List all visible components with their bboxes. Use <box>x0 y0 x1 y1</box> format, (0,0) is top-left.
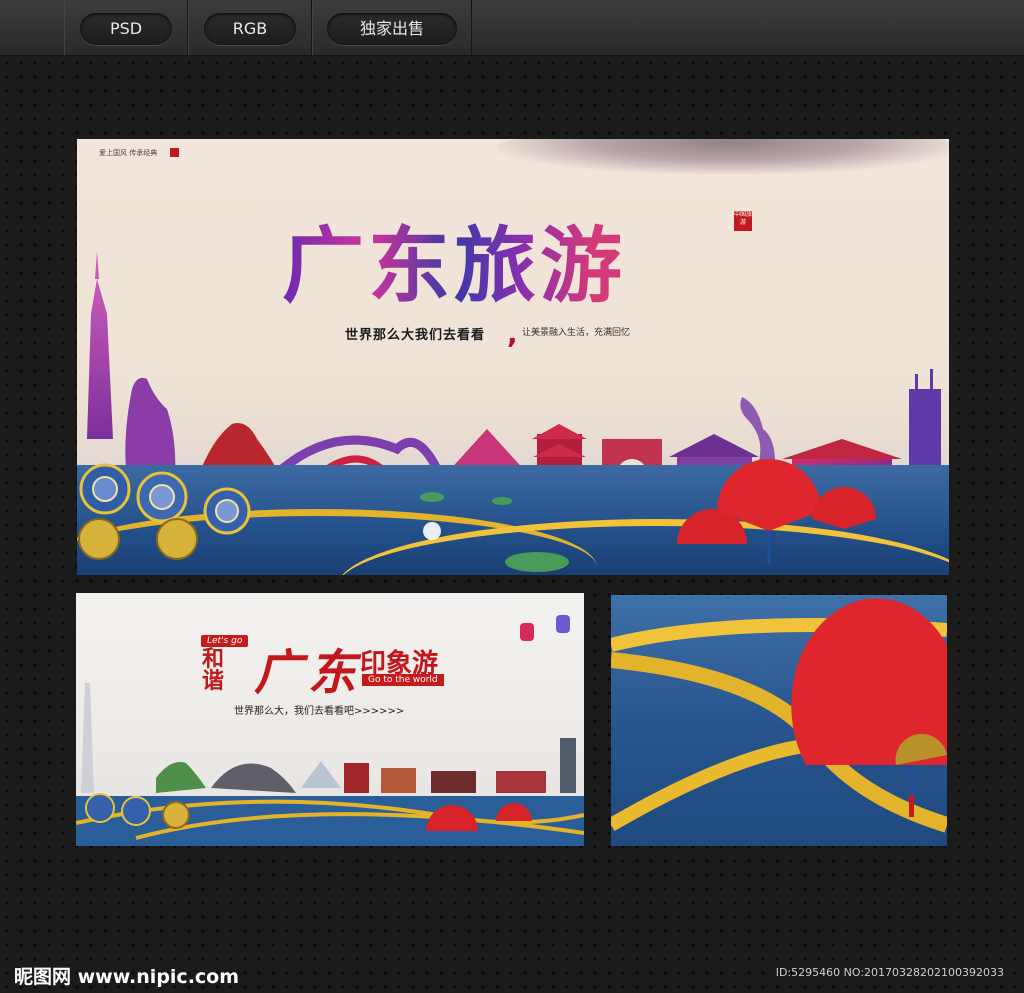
nipic-logo[interactable]: 昵图网 www.nipic.com <box>14 962 239 989</box>
pagoda-small <box>344 763 369 793</box>
tab-cell-exclusive: 独家出售 <box>312 0 472 55</box>
red-fan-2 <box>717 459 821 564</box>
image-id-text: ID:5295460 NO:20170328202100392033 <box>775 966 1004 979</box>
skyscraper-small <box>560 738 576 793</box>
main-poster-image[interactable]: 爱上国风 传承经典 中国旅游 广东旅游 世界那么大我们去看看 , 让美景融入生活… <box>77 139 949 575</box>
top-toolbar: PSD RGB 独家出售 <box>0 0 1024 56</box>
footer: 昵图网 www.nipic.com ID:5295460 NO:20170328… <box>0 958 1024 993</box>
canton-tower-small <box>81 683 94 793</box>
auspicious-clouds <box>78 463 251 560</box>
green-hill <box>156 762 206 793</box>
foreground-decor <box>78 459 876 572</box>
tab-cell-psd: PSD <box>64 0 188 55</box>
right-detail <box>611 598 947 833</box>
cloud-small <box>85 793 115 823</box>
tab-exclusive[interactable]: 独家出售 <box>327 13 457 45</box>
thumbnail-poster-left[interactable]: Let's go 和谐 广东 印象游 Go to the world 世界那么大… <box>76 593 584 846</box>
lotus-flower <box>423 522 441 540</box>
red-fan-3 <box>812 487 876 529</box>
left-skyline <box>76 615 584 846</box>
lily-pad <box>420 492 444 502</box>
pyramid-small <box>301 761 341 788</box>
temple-small <box>431 771 476 793</box>
thumbnail-poster-right[interactable] <box>611 595 947 846</box>
hall-small <box>496 771 546 793</box>
lantern <box>520 623 534 641</box>
bridge-small <box>211 763 296 793</box>
gate-small <box>381 768 416 793</box>
tab-psd[interactable]: PSD <box>80 13 172 45</box>
tab-cell-rgb: RGB <box>188 0 312 55</box>
tab-rgb[interactable]: RGB <box>204 13 296 45</box>
